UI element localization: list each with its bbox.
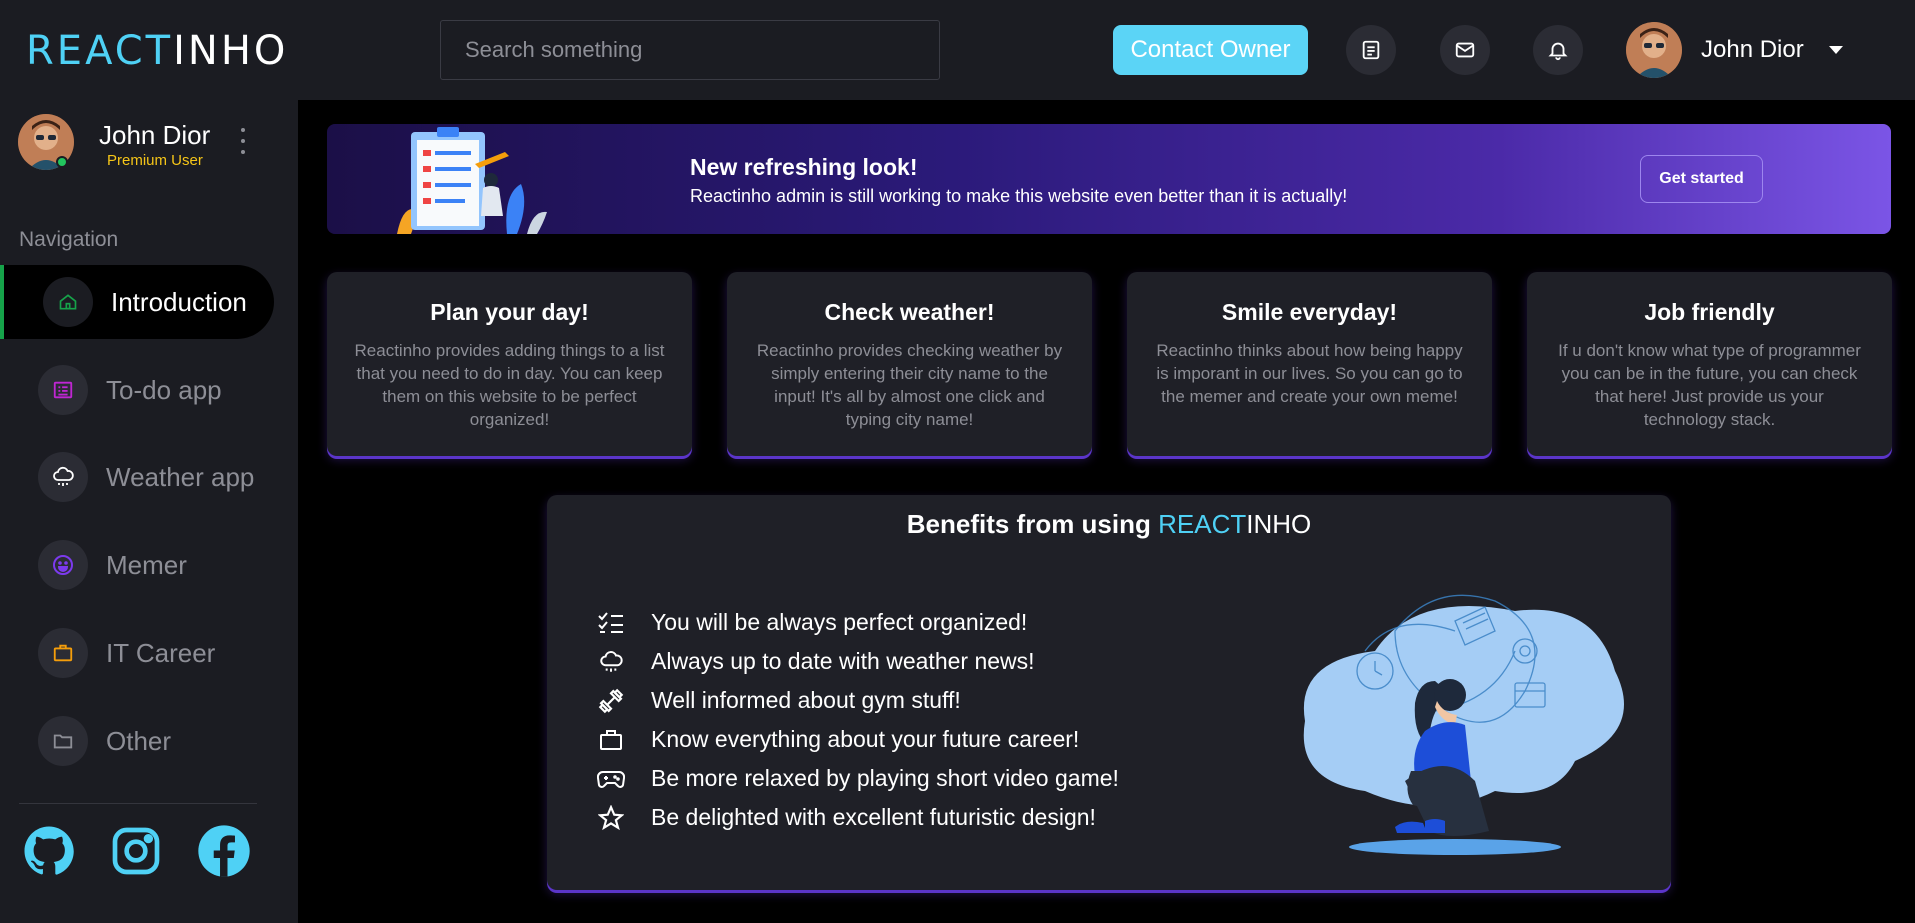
logo[interactable]: REACTINHO xyxy=(26,28,288,74)
stressed-person-illustration xyxy=(1303,594,1624,855)
nav-title: Navigation xyxy=(19,228,119,251)
top-bar: REACTINHO Contact Owner John Dior xyxy=(0,0,1915,100)
sidebar-item-label: Memer xyxy=(106,549,187,580)
sidebar-item-label: Introduction xyxy=(111,286,247,317)
sidebar-item-other[interactable]: Other xyxy=(0,704,274,778)
github-link[interactable] xyxy=(21,823,77,879)
mail-button[interactable] xyxy=(1440,25,1490,75)
user-role-badge: Premium User xyxy=(107,152,203,169)
instagram-icon xyxy=(112,827,160,875)
banner-title: New refreshing look! xyxy=(690,154,918,180)
checklist-icon xyxy=(597,609,625,637)
home-icon xyxy=(43,277,93,327)
card-title: Job friendly xyxy=(1644,299,1775,325)
facebook-link[interactable] xyxy=(196,823,252,879)
benefits-title: Benefits from using REACTINHO xyxy=(906,509,1312,539)
contact-owner-button[interactable]: Contact Owner xyxy=(1113,25,1308,75)
sidebar-divider xyxy=(19,803,257,804)
cloud-rain-icon xyxy=(597,648,625,676)
feature-card-plan: Plan your day! Reactinho provides adding… xyxy=(327,272,692,456)
more-options-icon[interactable] xyxy=(238,128,248,154)
cloud-rain-icon xyxy=(38,452,88,502)
sidebar: John Dior Premium User Navigation Introd… xyxy=(0,100,298,923)
folder-icon xyxy=(38,716,88,766)
benefit-item: Be delighted with excellent futuristic d… xyxy=(597,798,1119,837)
sidebar-user-name: John Dior xyxy=(99,120,211,150)
card-title: Smile everyday! xyxy=(1221,299,1398,325)
benefit-item: Always up to date with weather news! xyxy=(597,642,1119,681)
online-status-indicator xyxy=(56,156,68,168)
sidebar-item-label: Weather app xyxy=(106,461,255,492)
benefit-item: Know everything about your future career… xyxy=(597,720,1119,759)
github-icon xyxy=(24,826,74,875)
sidebar-item-introduction[interactable]: Introduction xyxy=(0,265,274,339)
banner-text: Reactinho admin is still working to make… xyxy=(690,186,1348,206)
mail-icon xyxy=(1455,42,1475,58)
promo-banner: New refreshing look! Reactinho admin is … xyxy=(327,124,1891,234)
briefcase-icon xyxy=(597,726,625,754)
user-menu-caret-icon[interactable] xyxy=(1829,46,1843,54)
facebook-icon xyxy=(198,825,250,877)
avatar[interactable] xyxy=(1626,22,1682,78)
feature-card-smile: Smile everyday! Reactinho thinks about h… xyxy=(1127,272,1492,456)
feature-card-job: Job friendly If u don't know what type o… xyxy=(1527,272,1892,456)
sidebar-item-label: To-do app xyxy=(106,374,222,405)
sidebar-item-label: Other xyxy=(106,725,172,756)
benefit-item: Be more relaxed by playing short video g… xyxy=(597,759,1119,798)
card-text: If u don't know what type of programmer … xyxy=(1558,341,1861,429)
benefits-panel: Benefits from using REACTINHO You will b… xyxy=(547,495,1671,890)
bell-icon xyxy=(1548,42,1568,61)
briefcase-icon xyxy=(38,628,88,678)
search-input[interactable] xyxy=(440,20,940,80)
clipboard-illustration xyxy=(397,127,547,234)
star-icon xyxy=(597,804,625,832)
card-text: Reactinho provides adding things to a li… xyxy=(354,341,665,429)
sidebar-item-it-career[interactable]: IT Career xyxy=(0,616,274,690)
card-title: Check weather! xyxy=(824,299,995,325)
dumbbell-icon xyxy=(597,687,625,715)
get-started-button[interactable]: Get started xyxy=(1640,155,1763,203)
instagram-link[interactable] xyxy=(108,823,164,879)
smile-icon xyxy=(38,540,88,590)
user-name[interactable]: John Dior xyxy=(1701,36,1804,64)
gamepad-icon xyxy=(597,765,625,793)
feature-card-weather: Check weather! Reactinho provides checki… xyxy=(727,272,1092,456)
card-text: Reactinho thinks about how being happy i… xyxy=(1156,341,1463,406)
benefit-item: Well informed about gym stuff! xyxy=(597,681,1119,720)
sidebar-item-weather[interactable]: Weather app xyxy=(0,440,274,514)
notes-icon xyxy=(1362,40,1380,60)
benefit-item: You will be always perfect organized! xyxy=(597,603,1119,642)
notifications-button[interactable] xyxy=(1533,25,1583,75)
card-text: Reactinho provides checking weather by s… xyxy=(756,341,1063,429)
notes-button[interactable] xyxy=(1346,25,1396,75)
sidebar-item-todo[interactable]: To-do app xyxy=(0,353,274,427)
card-title: Plan your day! xyxy=(430,299,589,325)
sidebar-item-memer[interactable]: Memer xyxy=(0,528,274,602)
sidebar-item-label: IT Career xyxy=(106,637,216,668)
benefits-list: You will be always perfect organized! Al… xyxy=(597,603,1119,837)
todo-list-icon xyxy=(38,365,88,415)
